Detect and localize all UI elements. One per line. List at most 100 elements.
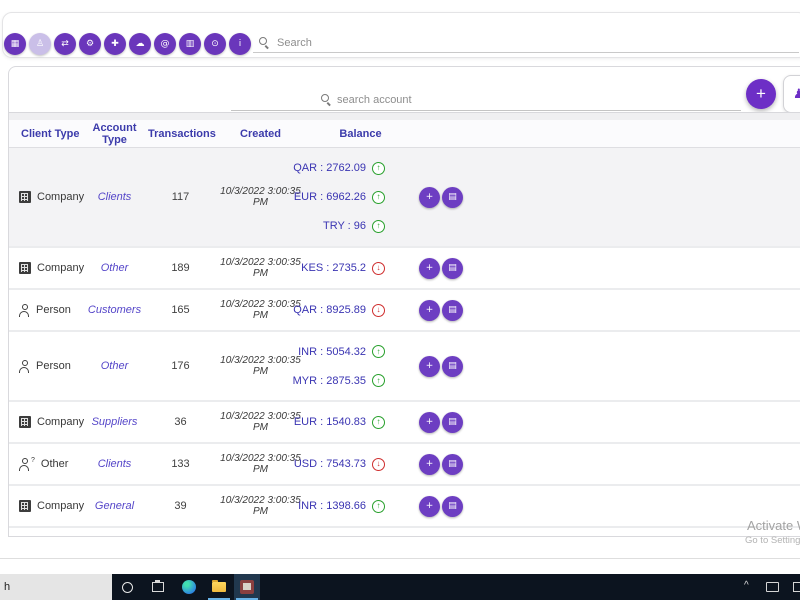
account-details-button[interactable]: ▤ (442, 299, 463, 321)
card-icon: ▤ (448, 360, 457, 371)
balance-line: INR : 5054.32 ↑ (298, 345, 385, 358)
accounts-table-header: Client Type Account Type Transactions Creat… (9, 120, 800, 148)
edge-button[interactable] (176, 574, 202, 600)
column-header-balance: Balance (339, 127, 382, 140)
row-actions-cell: + ▤ (413, 257, 478, 279)
account-type-link[interactable]: Other (101, 262, 129, 274)
add-record-button[interactable]: ✚ (104, 33, 126, 55)
account-type-link[interactable]: Clients (98, 191, 132, 203)
balance-line: INR : 1398.66 ↑ (298, 499, 385, 513)
client-type-cell: Company (19, 500, 84, 512)
add-transaction-button[interactable]: + (419, 411, 440, 433)
card-icon: ▤ (448, 416, 457, 427)
add-transaction-button[interactable]: + (419, 186, 440, 208)
tray-show-hidden-icons[interactable]: ^ (744, 580, 749, 591)
accounts-side-button[interactable]: ♟ (783, 75, 800, 113)
balance-value: INR : 5054.32 (298, 345, 366, 358)
balance-line: MYR : 2875.35 ↑ (293, 374, 385, 387)
balance-value: EUR : 6962.26 (293, 191, 366, 203)
balance-line: EUR : 1540.83 ↑ (294, 415, 385, 429)
power-button[interactable]: ⊙ (204, 33, 226, 55)
account-row: Person Customers 165 10/3/2022 3:00:35 PM QA… (9, 290, 800, 332)
balance-line: QAR : 2762.09 ↑ (293, 161, 385, 175)
transfers-icon: ⇄ (61, 38, 69, 49)
balance-cell: USD : 7543.73 ↓ (294, 457, 413, 471)
transactions-count: 176 (171, 360, 190, 372)
trend-up-icon: ↑ (372, 161, 385, 175)
profile-button[interactable]: ♙ (29, 33, 51, 55)
contacts-button[interactable]: @ (154, 33, 176, 55)
client-type-cell: ? Other (19, 457, 81, 471)
add-transaction-button[interactable]: + (419, 355, 440, 377)
tray-display-icon[interactable] (766, 582, 779, 592)
cortana-button[interactable] (114, 574, 140, 600)
column-header-transactions: Transactions (148, 127, 216, 140)
account-type-cell: Suppliers (81, 416, 148, 428)
accounts-table-body: Company Clients 117 10/3/2022 3:00:35 PM QAR… (9, 148, 800, 528)
created-timestamp: 10/3/2022 3:00:35 PM (220, 495, 301, 517)
account-type-link[interactable]: General (95, 500, 134, 512)
storage-button[interactable]: ▥ (179, 33, 201, 55)
account-type-link[interactable]: Clients (98, 458, 132, 470)
client-type-cell: Person (19, 303, 81, 317)
profile-icon: ♙ (35, 38, 45, 49)
plus-icon: + (425, 262, 434, 273)
taskbar-search-box[interactable]: h (0, 574, 112, 600)
row-actions-cell: + ▤ (413, 299, 478, 321)
plus-icon: + (425, 458, 434, 469)
account-search-input[interactable]: search account (231, 89, 741, 111)
account-details-button[interactable]: ▤ (442, 411, 463, 433)
settings-button[interactable]: ⚙ (79, 33, 101, 55)
cloud-sync-icon: ☁ (135, 38, 145, 49)
account-details-button[interactable]: ▤ (442, 453, 463, 475)
file-explorer-button[interactable] (206, 574, 232, 600)
balance-value: EUR : 1540.83 (293, 416, 366, 428)
account-details-button[interactable]: ▤ (442, 355, 463, 377)
trend-up-icon: ↑ (372, 190, 385, 204)
account-type-cell: Other (81, 262, 148, 274)
activate-windows-watermark: Activate W (747, 518, 800, 533)
info-icon: i (238, 38, 242, 49)
balance-value: QAR : 2762.09 (293, 162, 366, 174)
account-details-button[interactable]: ▤ (442, 186, 463, 208)
trend-up-icon: ↑ (372, 499, 385, 513)
add-transaction-button[interactable]: + (419, 453, 440, 475)
client-type-cell: Company (19, 262, 85, 274)
account-row: ? Other Clients 133 10/3/2022 3:00:35 PM USD … (9, 444, 800, 486)
client-type-label: Company (37, 262, 85, 274)
balance-cell: QAR : 8925.89 ↓ (293, 303, 413, 317)
balance-line: TRY : 96 ↑ (308, 219, 385, 233)
balance-line: USD : 7543.73 ↓ (294, 457, 385, 471)
account-type-link[interactable]: Other (101, 360, 129, 372)
taskbar-search-text: h (4, 581, 11, 593)
transactions-count: 165 (171, 304, 190, 316)
account-details-button[interactable]: ▤ (442, 257, 463, 279)
trend-down-icon: ↓ (372, 261, 385, 275)
global-search-input[interactable]: Search (253, 33, 799, 53)
panel-divider (9, 112, 800, 120)
cloud-sync-button[interactable]: ☁ (129, 33, 151, 55)
trend-up-icon: ↑ (372, 219, 385, 233)
account-type-link[interactable]: Suppliers (92, 416, 138, 428)
info-button[interactable]: i (229, 33, 251, 55)
dashboard-icon: ▦ (10, 38, 20, 49)
card-icon: ▤ (448, 458, 457, 469)
dashboard-button[interactable]: ▦ (4, 33, 26, 55)
add-transaction-button[interactable]: + (419, 299, 440, 321)
balance-value: KES : 2735.2 (301, 262, 366, 274)
row-actions-cell: + ▤ (413, 411, 478, 433)
active-app-button[interactable] (234, 574, 260, 600)
add-transaction-button[interactable]: + (419, 257, 440, 279)
add-account-button[interactable]: + (746, 79, 776, 109)
person-question-icon (19, 457, 30, 471)
tray-partial-icon[interactable] (793, 582, 800, 592)
settings-icon: ⚙ (85, 38, 95, 49)
column-header-account-type: Account Type (92, 121, 137, 146)
account-details-button[interactable]: ▤ (442, 495, 463, 517)
plus-icon: + (425, 416, 434, 427)
add-transaction-button[interactable]: + (419, 495, 440, 517)
transfers-button[interactable]: ⇄ (54, 33, 76, 55)
task-view-button[interactable] (145, 574, 171, 600)
account-type-cell: Other (81, 360, 148, 372)
account-type-link[interactable]: Customers (88, 304, 141, 316)
